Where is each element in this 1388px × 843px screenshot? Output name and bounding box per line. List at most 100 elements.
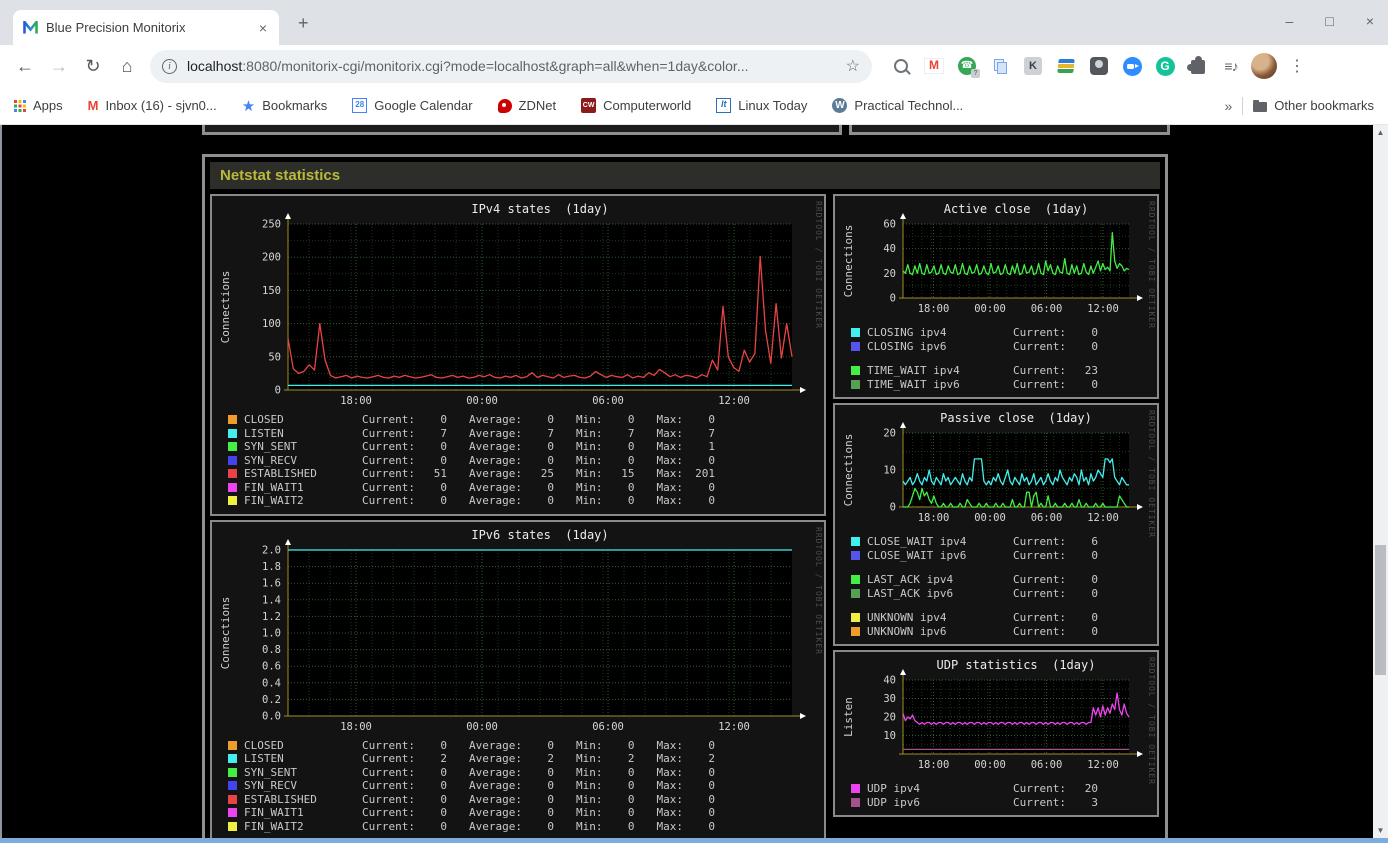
netstat-section: Netstat statistics RRDTOOL / TOBI OETIKE… [202, 154, 1168, 838]
legend-stat-key: Max: [656, 494, 683, 507]
legend-swatch [851, 341, 860, 351]
legend-stat-value: 0 [708, 779, 715, 792]
legend-stat: Current: 6 [1013, 535, 1098, 549]
bookmark-practical-technology[interactable]: W Practical Technol... [832, 98, 963, 113]
legend-stat-value: 0 [627, 440, 635, 453]
forward-icon[interactable]: → [42, 56, 76, 77]
new-tab-button[interactable]: + [298, 13, 309, 34]
copy-extension-icon[interactable] [985, 52, 1015, 80]
browser-menu-button[interactable]: ⋮ [1282, 52, 1312, 80]
legend-stat-value: 0 [627, 765, 635, 779]
legend-stat: Min: 0 [576, 481, 635, 495]
books-extension-icon[interactable] [1051, 52, 1081, 80]
legend-stat: Current: 0 [362, 820, 447, 834]
home-icon[interactable]: ⌂ [110, 56, 144, 77]
y-tick-label: 200 [262, 252, 281, 264]
right-column: RRDTOOL / TOBI OETIKER 0 20 40 60 18:00 00:00… [833, 194, 1159, 817]
bookmark-zdnet[interactable]: ZDNet [497, 98, 556, 113]
x-tick-label: 00:00 [974, 512, 1006, 524]
extensions-puzzle-icon[interactable] [1183, 52, 1213, 80]
legend-row: FIN_WAIT2 Current: 0 Average: 0 Min: 0 Max: 0 [228, 820, 822, 834]
legend-row: TIME_WAIT ipv6 Current: 0 [851, 378, 1155, 392]
minimize-icon[interactable]: – [1286, 6, 1294, 36]
legend-stat-value: 0 [547, 779, 554, 792]
graph-columns: RRDTOOL / TOBI OETIKER 0 50 100 150 200 250 18… [210, 194, 1160, 838]
legend-stat-value: 3 [1091, 795, 1098, 809]
legend-stat-value: 0 [440, 819, 447, 833]
legend-stat: Average: 0 [469, 820, 554, 834]
legend-swatch [851, 784, 860, 794]
rrdtool-watermark: RRDTOOL / TOBI OETIKER [1147, 657, 1156, 785]
legend-stat: Max: 7 [656, 427, 715, 441]
x-tick-label: 18:00 [340, 395, 372, 407]
calendar-favicon: 28 [352, 98, 368, 113]
playlist-extension-icon[interactable]: ≡♪ [1216, 52, 1246, 80]
legend-stat-key: Min: [575, 752, 603, 765]
scrollbar-thumb[interactable] [1375, 545, 1386, 675]
magnifier-icon [894, 59, 908, 73]
browser-tab[interactable]: Blue Precision Monitorix × [13, 10, 279, 45]
legend-swatch [851, 575, 860, 585]
scroll-up-icon[interactable]: ▲ [1373, 125, 1388, 140]
star-favicon: ★ [241, 97, 256, 115]
legend-swatch [851, 626, 860, 636]
legend-stat-key: Max: [656, 480, 683, 494]
bookmark-bookmarks[interactable]: ★ Bookmarks [242, 97, 327, 115]
legend-stat: Average: 2 [469, 752, 554, 766]
legend-stat-key: Current: [362, 453, 415, 467]
profile-avatar[interactable] [1249, 52, 1279, 80]
bookmark-linux-today[interactable]: lt Linux Today [716, 98, 807, 113]
legend-label: FIN_WAIT2 [244, 819, 304, 833]
chart-title: IPv4 states (1day) [471, 202, 608, 216]
gmail-favicon: M [87, 98, 99, 113]
legend-stat-value: 6 [1091, 535, 1098, 548]
k-extension-icon[interactable]: K [1018, 52, 1048, 80]
legend-stat-value: 0 [627, 480, 635, 494]
legend-stat-value: 0 [708, 494, 715, 507]
legend-label: SYN_RECV [244, 453, 297, 467]
legend-row: ESTABLISHED Current: 51 Average: 25 Min: 15 Max… [228, 467, 822, 481]
legend-stat-key: Max: [656, 806, 683, 819]
maximize-icon[interactable]: □ [1325, 6, 1333, 36]
x-tick-label: 12:00 [718, 395, 750, 407]
bookmark-computerworld[interactable]: CW Computerworld [581, 98, 691, 113]
legend-stat-value: 51 [433, 467, 447, 480]
address-bar[interactable]: i localhost:8080/monitorix-cgi/monitorix… [150, 49, 872, 83]
bookmarks-overflow-icon[interactable]: » [1225, 98, 1233, 114]
search-extension-icon[interactable] [886, 52, 916, 80]
phone-extension-icon[interactable]: ☎? [952, 52, 982, 80]
bookmark-inbox[interactable]: M Inbox (16) - sjvn0... [88, 98, 217, 113]
pocket-extension-icon[interactable] [1084, 52, 1114, 80]
bookmark-google-calendar[interactable]: 28 Google Calendar [352, 98, 473, 113]
grammarly-extension-icon[interactable]: G [1150, 52, 1180, 80]
legend-stat-key: Max: [656, 792, 683, 806]
back-icon[interactable]: ← [8, 56, 42, 77]
scroll-down-icon[interactable]: ▼ [1373, 823, 1388, 838]
phone-icon: ☎? [958, 57, 980, 78]
apps-shortcut[interactable]: Apps [14, 98, 63, 113]
x-tick-label: 00:00 [974, 303, 1006, 315]
legend-stat: Average: 25 [469, 467, 554, 481]
question-badge: ? [971, 69, 980, 78]
reload-icon[interactable]: ↻ [76, 56, 110, 77]
previous-section-edge-right [849, 125, 1170, 135]
legend-stat-value: 0 [1091, 377, 1098, 391]
page-info-icon[interactable]: i [162, 58, 177, 74]
zoom-extension-icon[interactable] [1117, 52, 1147, 80]
legend-stat-key: Current: [1013, 586, 1066, 600]
gmail-extension-icon[interactable]: M [919, 52, 949, 80]
legend-stat-key: Current: [1013, 326, 1066, 339]
legend-stat-key: Min: [575, 467, 603, 480]
scrollbar[interactable]: ▲ ▼ [1373, 125, 1388, 838]
other-bookmarks-button[interactable]: Other bookmarks [1253, 98, 1374, 113]
legend-stat: Max: 2 [656, 752, 715, 766]
legend-stat-key: Current: [362, 792, 415, 806]
tab-close-icon[interactable]: × [257, 20, 269, 36]
legend-stat: Min: 0 [576, 820, 635, 834]
chart-title: Passive close (1day) [940, 411, 1092, 425]
rrdtool-watermark: RRDTOOL / TOBI OETIKER [1147, 410, 1156, 538]
close-icon[interactable]: × [1366, 6, 1374, 36]
bookmark-star-icon[interactable]: ☆ [846, 56, 860, 76]
legend-stat-key: Min: [575, 806, 603, 819]
y-tick-label: 1.2 [262, 610, 281, 622]
